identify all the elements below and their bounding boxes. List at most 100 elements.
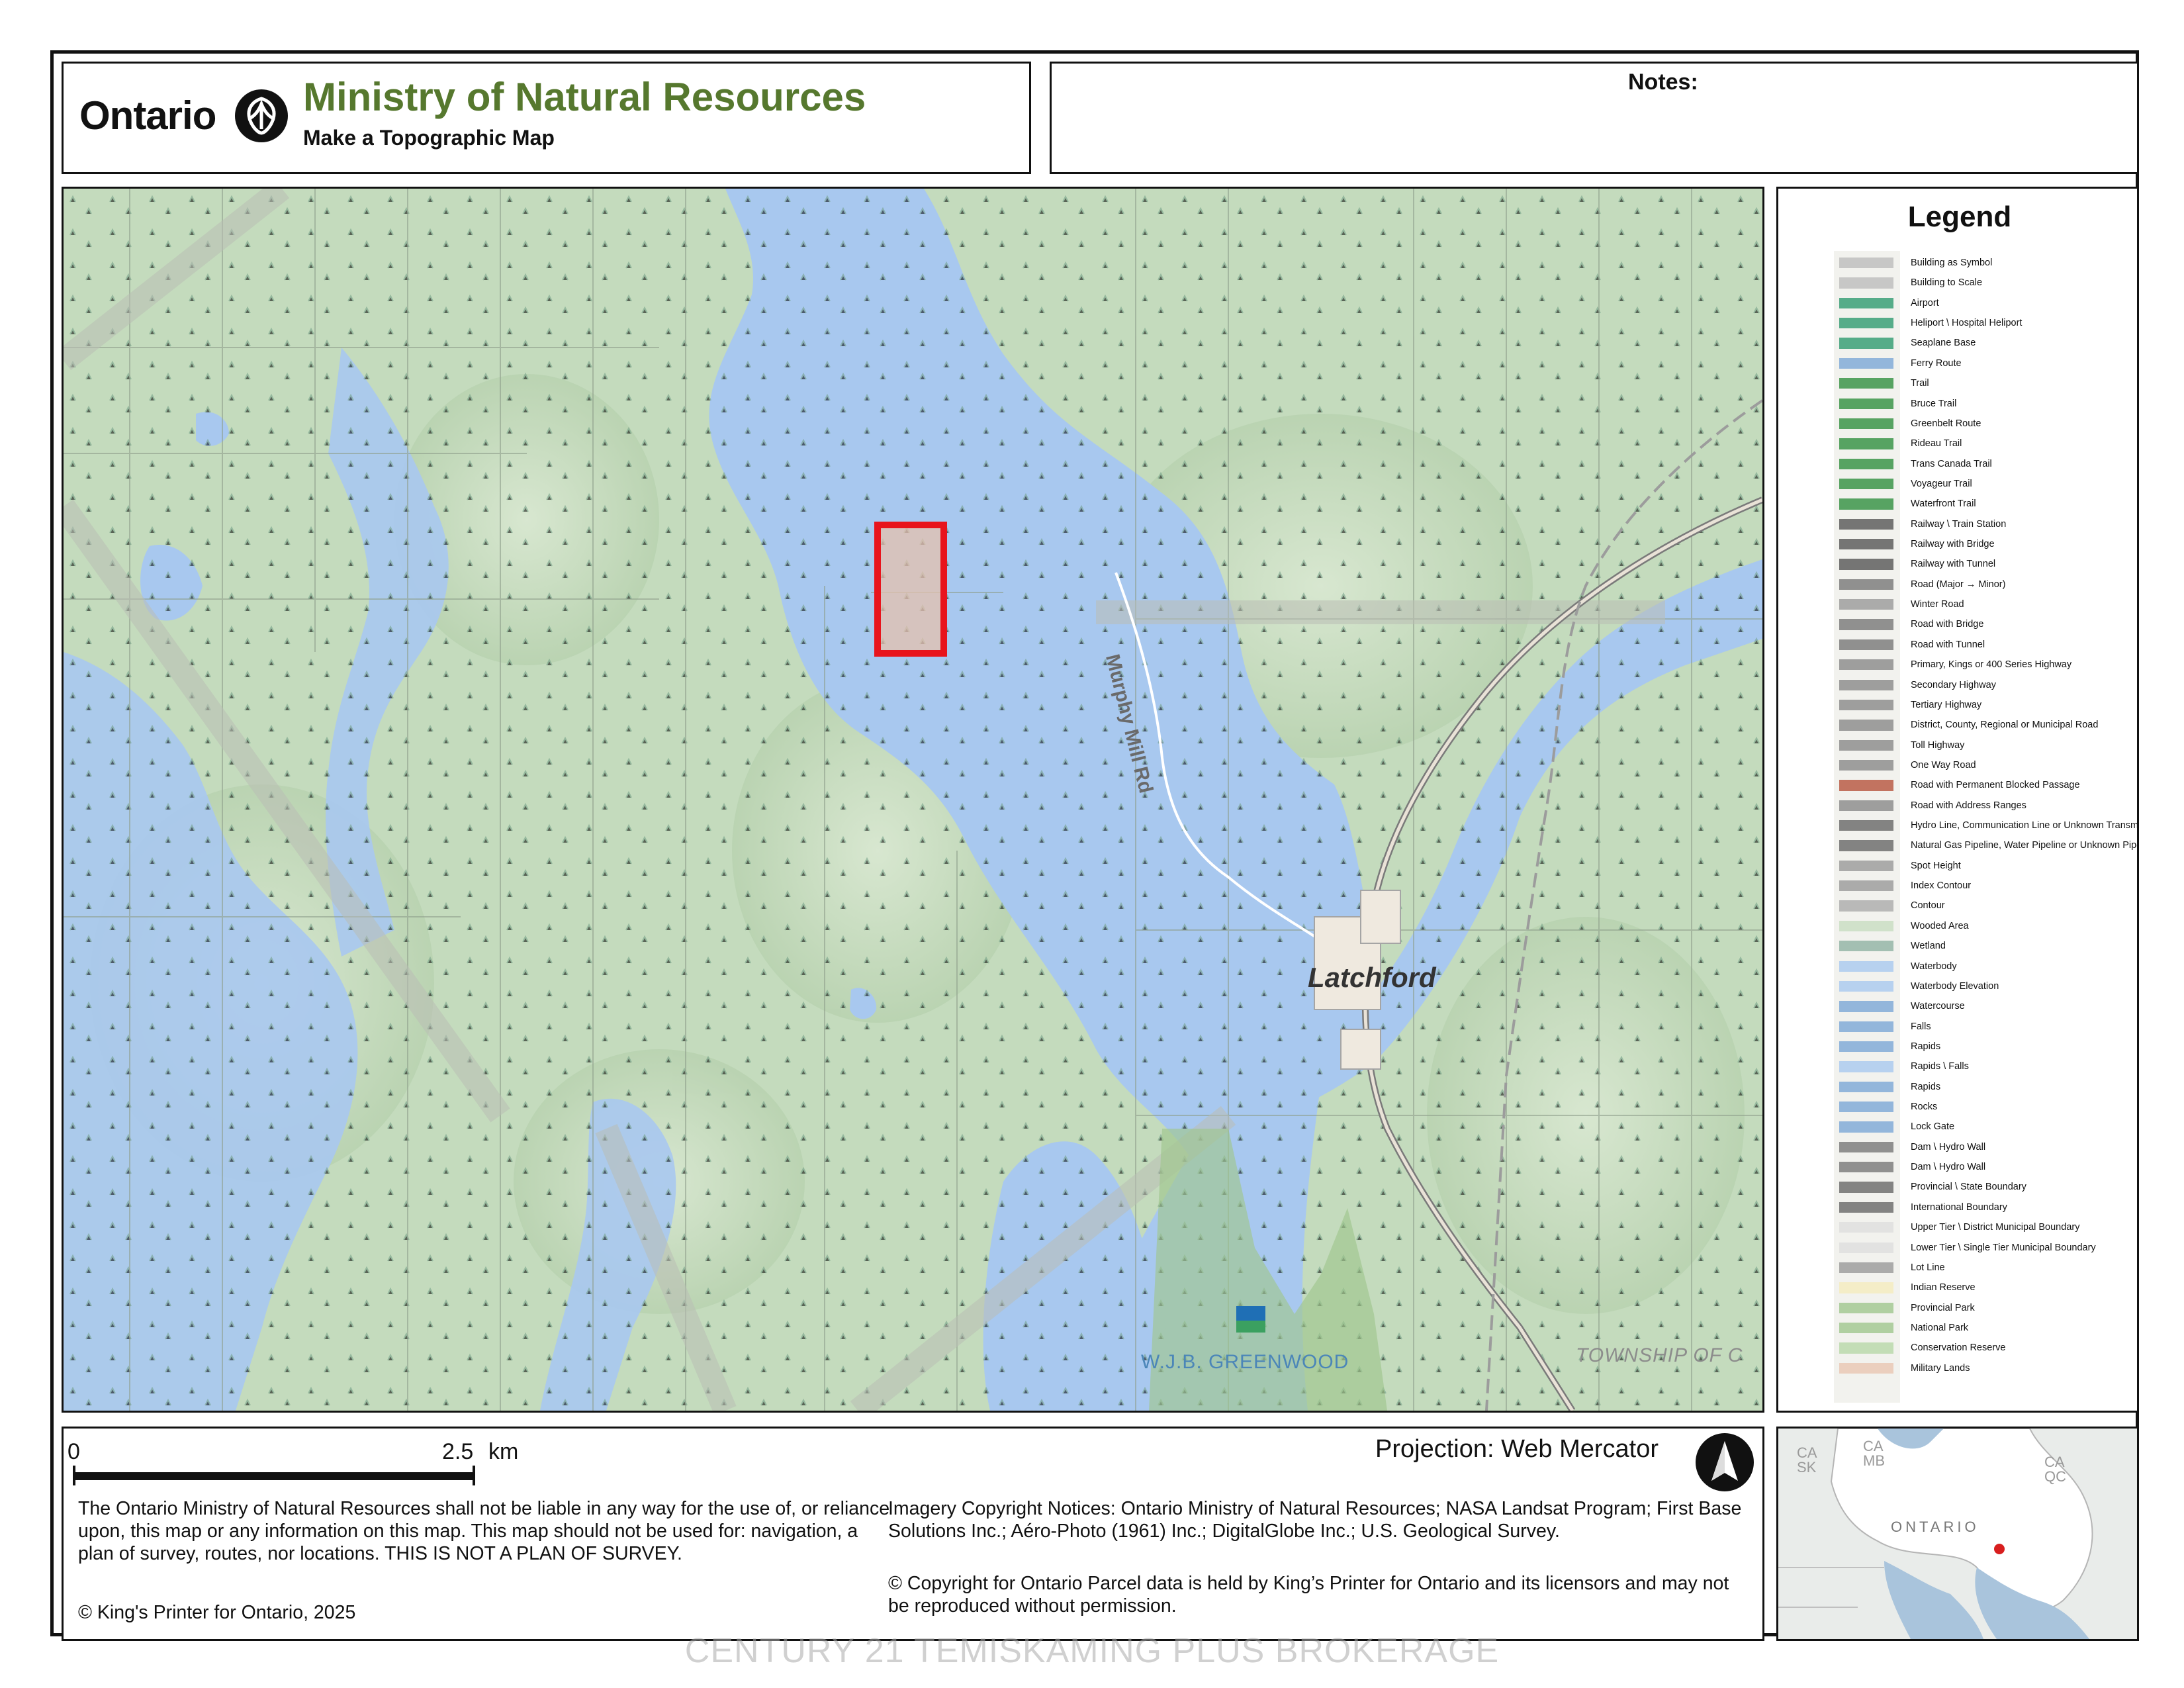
legend-item: Rapids: [1778, 1039, 2137, 1058]
legend-item: Heliport \ Hospital Heliport: [1778, 315, 2137, 335]
legend-item-label: Tertiary Highway: [1911, 699, 1982, 710]
north-arrow-icon: [1696, 1433, 1754, 1491]
legend-swatch: [1839, 619, 1893, 630]
legend-item-label: Building to Scale: [1911, 277, 1983, 289]
legend-item-label: One Way Road: [1911, 759, 1976, 771]
legend-swatch: [1839, 418, 1893, 430]
legend-swatch: [1839, 941, 1893, 952]
legend-item: Building to Scale: [1778, 275, 2137, 295]
legend-swatch: [1839, 759, 1893, 771]
scale-mid: 2.5: [442, 1439, 474, 1464]
legend-item-label: International Boundary: [1911, 1201, 2007, 1213]
legend-swatch: [1839, 1282, 1893, 1293]
legend-item: Airport: [1778, 295, 2137, 315]
legend-item-label: Rocks: [1911, 1102, 1938, 1112]
legend-item-label: Waterfront Trail: [1911, 498, 1976, 510]
legend-swatch: [1839, 1342, 1893, 1354]
legend-item-label: Provincial \ State Boundary: [1911, 1182, 2026, 1193]
legend-swatch: [1839, 357, 1893, 369]
legend-item-label: Trans Canada Trail: [1911, 458, 1992, 469]
township-label: TOWNSHIP OF C: [1576, 1344, 1743, 1366]
legend-item: One Way Road: [1778, 757, 2137, 777]
legend-item: Railway \ Train Station: [1778, 516, 2137, 536]
legend-item: Ferry Route: [1778, 355, 2137, 375]
legend-item-label: Natural Gas Pipeline, Water Pipeline or …: [1911, 840, 2139, 851]
legend-swatch: [1839, 1242, 1893, 1253]
legend-item-label: Winter Road: [1911, 599, 1964, 610]
legend-item: Contour: [1778, 898, 2137, 917]
legend-item-label: Road with Permanent Blocked Passage: [1911, 780, 2080, 791]
legend-item: Spot Height: [1778, 858, 2137, 878]
scale-tick-start: [73, 1466, 75, 1485]
projection-text: Projection: Web Mercator: [1375, 1435, 1659, 1463]
legend-swatch: [1839, 338, 1893, 349]
legend-item-label: Waterbody Elevation: [1911, 980, 1999, 992]
legend-item: Waterbody: [1778, 959, 2137, 978]
topographic-map[interactable]: Murphy Mill Rd Latchford W.J.B. GREENWOO…: [62, 187, 1764, 1413]
legend-item: Indian Reserve: [1778, 1280, 2137, 1299]
legend-swatch: [1839, 1061, 1893, 1072]
legend-swatch: [1839, 579, 1893, 590]
legend-item-label: Upper Tier \ District Municipal Boundary: [1911, 1222, 2080, 1233]
legend-swatch: [1839, 297, 1893, 309]
legend-swatch: [1839, 1302, 1893, 1313]
legend-item: Dam \ Hydro Wall: [1778, 1159, 2137, 1179]
legend-item: Military Lands: [1778, 1360, 2137, 1380]
legend-item-label: Toll Highway: [1911, 739, 1965, 751]
legend-item-label: Railway \ Train Station: [1911, 518, 2007, 530]
legend-item-label: Military Lands: [1911, 1362, 1970, 1374]
legend-swatch: [1839, 1081, 1893, 1092]
legend-item: Building as Symbol: [1778, 255, 2137, 275]
legend-swatch: [1839, 478, 1893, 490]
legend-item-label: Bruce Trail: [1911, 398, 1957, 409]
legend-item: Provincial \ State Boundary: [1778, 1179, 2137, 1199]
legend-item: Road with Permanent Blocked Passage: [1778, 777, 2137, 797]
legend-item: Falls: [1778, 1019, 2137, 1039]
legend-item-label: Seaplane Base: [1911, 338, 1976, 349]
legend-swatch: [1839, 438, 1893, 449]
legend-item-label: Rapids: [1911, 1041, 1941, 1052]
legend-list: Building as Symbol Building to Scale Airpo…: [1778, 255, 2139, 1407]
legend-item-label: Lock Gate: [1911, 1121, 1955, 1133]
legend-swatch: [1839, 659, 1893, 671]
legend-swatch: [1839, 820, 1893, 831]
legend-swatch: [1839, 498, 1893, 510]
legend-swatch: [1839, 920, 1893, 932]
legend-item: Waterfront Trail: [1778, 496, 2137, 516]
ministry-title: Ministry of Natural Resources: [303, 75, 866, 119]
legend-item-label: Building as Symbol: [1911, 258, 1993, 268]
legend-swatch: [1839, 961, 1893, 972]
locator-inset-map[interactable]: CA SK CA MB CA QC ONTARIO: [1776, 1427, 2139, 1641]
legend-item: Wetland: [1778, 938, 2137, 958]
legend-item-label: Index Contour: [1911, 880, 1972, 892]
liability-disclaimer: The Ontario Ministry of Natural Resource…: [78, 1498, 890, 1564]
legend-swatch: [1839, 1162, 1893, 1173]
legend-item-label: Indian Reserve: [1911, 1282, 1976, 1293]
park-label: W.J.B. GREENWOOD: [1141, 1351, 1349, 1373]
legend-item-label: Dam \ Hydro Wall: [1911, 1141, 1986, 1152]
legend-item: Bruce Trail: [1778, 396, 2137, 416]
legend-item: Winter Road: [1778, 596, 2137, 616]
legend-swatch: [1839, 880, 1893, 892]
scale-tick-end: [473, 1466, 475, 1485]
legend-swatch: [1839, 518, 1893, 530]
legend-swatch: [1839, 720, 1893, 731]
legend-item: Road (Major → Minor): [1778, 577, 2137, 596]
legend-swatch: [1839, 780, 1893, 791]
legend-item-label: Railway with Tunnel: [1911, 559, 1996, 570]
legend-item: Rocks: [1778, 1099, 2137, 1119]
notes-box: [1050, 62, 2139, 174]
legend-item-label: Road with Tunnel: [1911, 639, 1985, 650]
legend-item-label: Watercourse: [1911, 1001, 1965, 1012]
legend-item: Rapids \ Falls: [1778, 1058, 2137, 1078]
legend-swatch: [1839, 1121, 1893, 1133]
legend-item: Road with Tunnel: [1778, 637, 2137, 657]
legend-item-label: Airport: [1911, 297, 1939, 308]
legend-item-label: Falls: [1911, 1021, 1931, 1032]
legend-swatch: [1839, 1322, 1893, 1334]
legend-swatch: [1839, 1362, 1893, 1374]
legend-item-label: Road (Major → Minor): [1911, 579, 2006, 590]
legend-swatch: [1839, 1201, 1893, 1213]
legend-swatch: [1839, 699, 1893, 711]
legend-item-label: Ferry Route: [1911, 357, 1962, 369]
